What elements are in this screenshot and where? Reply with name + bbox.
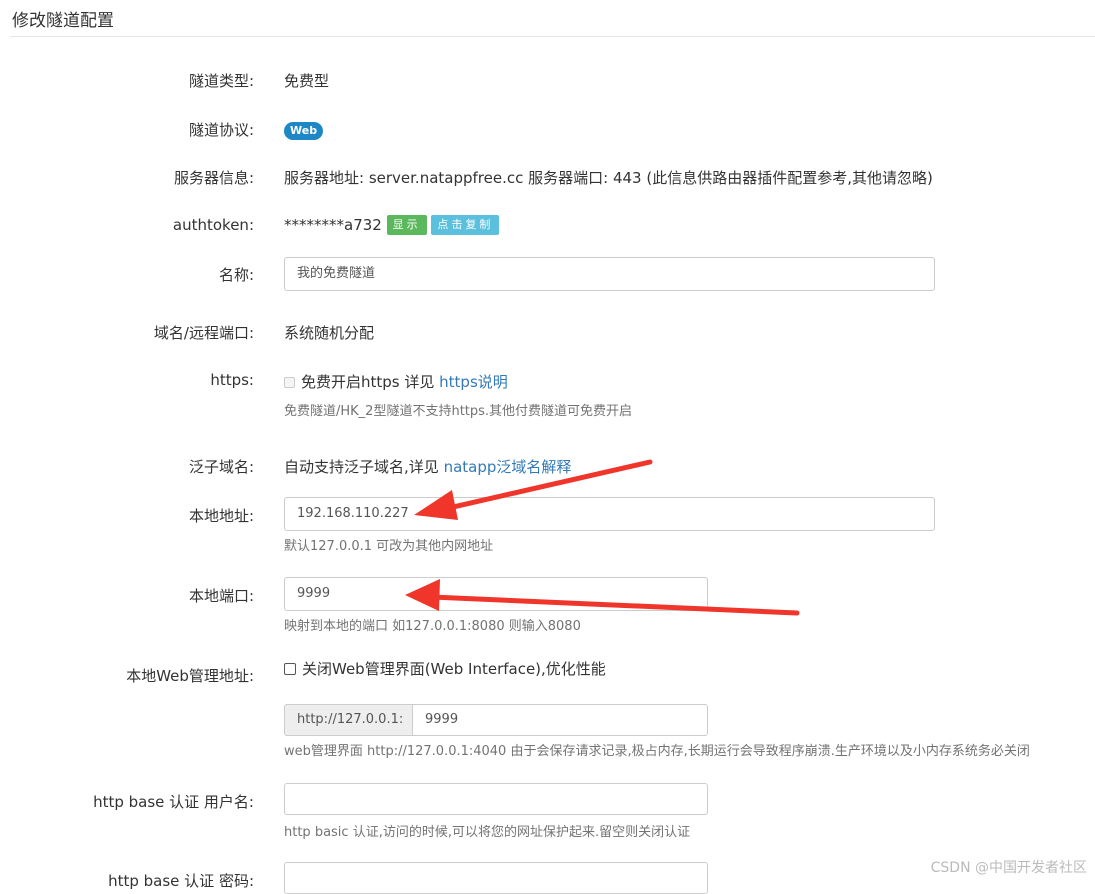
arrow-to-local-address [414,459,653,520]
arrow-to-local-port [405,579,800,616]
annotation-arrows [405,459,800,616]
watermark: CSDN @中国开发者社区 [930,860,1087,876]
